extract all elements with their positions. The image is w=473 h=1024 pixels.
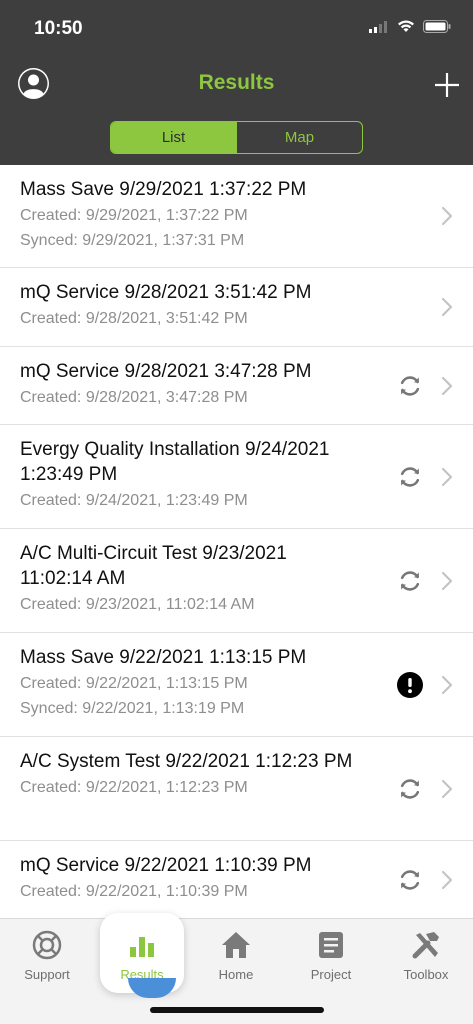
error-icon[interactable] [397, 671, 423, 698]
result-title: Mass Save 9/22/2021 1:13:15 PM [20, 647, 307, 668]
home-indicator [150, 1007, 324, 1013]
lifebuoy-icon [32, 930, 62, 960]
result-title: mQ Service 9/28/2021 3:51:42 PM [20, 282, 312, 303]
tab-project[interactable]: Project [291, 927, 371, 982]
signal-icon [369, 20, 387, 33]
status-time: 10:50 [34, 18, 83, 39]
result-row[interactable]: A/C System Test 9/22/2021 1:12:23 PM Crea… [0, 737, 473, 841]
result-created: Created: 9/23/2021, 11:02:14 AM [20, 596, 255, 613]
result-created: Created: 9/28/2021, 3:51:42 PM [20, 310, 248, 327]
tools-icon [412, 932, 439, 959]
chevron-right-icon [441, 571, 453, 590]
chevron-right-icon [441, 376, 453, 395]
result-row[interactable]: Evergy Quality Installation 9/24/2021 1:… [0, 425, 473, 529]
sync-icon[interactable] [397, 373, 423, 399]
list-tab[interactable]: List [111, 122, 236, 153]
result-row[interactable]: mQ Service 9/28/2021 3:47:28 PM Created: … [0, 347, 473, 425]
chevron-right-icon [441, 206, 453, 226]
result-title: A/C System Test 9/22/2021 1:12:23 PM [20, 751, 353, 772]
map-tab[interactable]: Map [236, 122, 362, 153]
home-icon [222, 932, 250, 958]
tab-label: Project [310, 967, 352, 982]
result-row[interactable]: mQ Service 9/22/2021 1:10:39 PM Created: … [0, 841, 473, 918]
chevron-right-icon [441, 779, 453, 798]
results-list: Mass Save 9/29/2021 1:37:22 PM Created: 9… [0, 165, 473, 918]
tab-home[interactable]: Home [196, 927, 276, 982]
chevron-right-icon [441, 467, 453, 486]
tab-support[interactable]: Support [7, 927, 87, 982]
tab-toolbox[interactable]: Toolbox [386, 927, 466, 982]
sync-icon[interactable] [397, 867, 423, 893]
bar-chart-icon [130, 937, 154, 957]
status-icons [369, 20, 451, 33]
chevron-right-icon [441, 297, 453, 317]
result-synced: Synced: 9/22/2021, 1:13:19 PM [20, 700, 245, 717]
chevron-right-icon [441, 870, 453, 889]
result-synced: Synced: 9/29/2021, 1:37:31 PM [20, 232, 245, 249]
add-icon[interactable] [433, 71, 461, 99]
sync-icon[interactable] [397, 568, 423, 594]
result-created: Created: 9/24/2021, 1:23:49 PM [20, 492, 248, 509]
result-row[interactable]: A/C Multi-Circuit Test 9/23/2021 11:02:1… [0, 529, 473, 633]
tab-label: Toolbox [403, 967, 449, 982]
result-row[interactable]: Mass Save 9/29/2021 1:37:22 PM Created: 9… [0, 165, 473, 268]
result-row[interactable]: mQ Service 9/28/2021 3:51:42 PM Created: … [0, 268, 473, 347]
chevron-right-icon [441, 675, 453, 694]
view-toggle: List Map [110, 121, 363, 154]
sync-icon[interactable] [397, 776, 423, 802]
document-icon [319, 932, 343, 958]
header: 10:50 Results List Map [0, 0, 473, 165]
tab-label: Support [24, 967, 70, 982]
result-created: Created: 9/29/2021, 1:37:22 PM [20, 207, 248, 224]
page-title: Results [198, 71, 275, 94]
result-title: Mass Save 9/29/2021 1:37:22 PM [20, 179, 307, 200]
result-row[interactable]: Mass Save 9/22/2021 1:13:15 PM Created: 9… [0, 633, 473, 737]
wifi-icon [398, 20, 414, 32]
battery-icon [423, 20, 451, 33]
tab-label: Home [218, 967, 254, 982]
sync-icon[interactable] [397, 464, 423, 490]
